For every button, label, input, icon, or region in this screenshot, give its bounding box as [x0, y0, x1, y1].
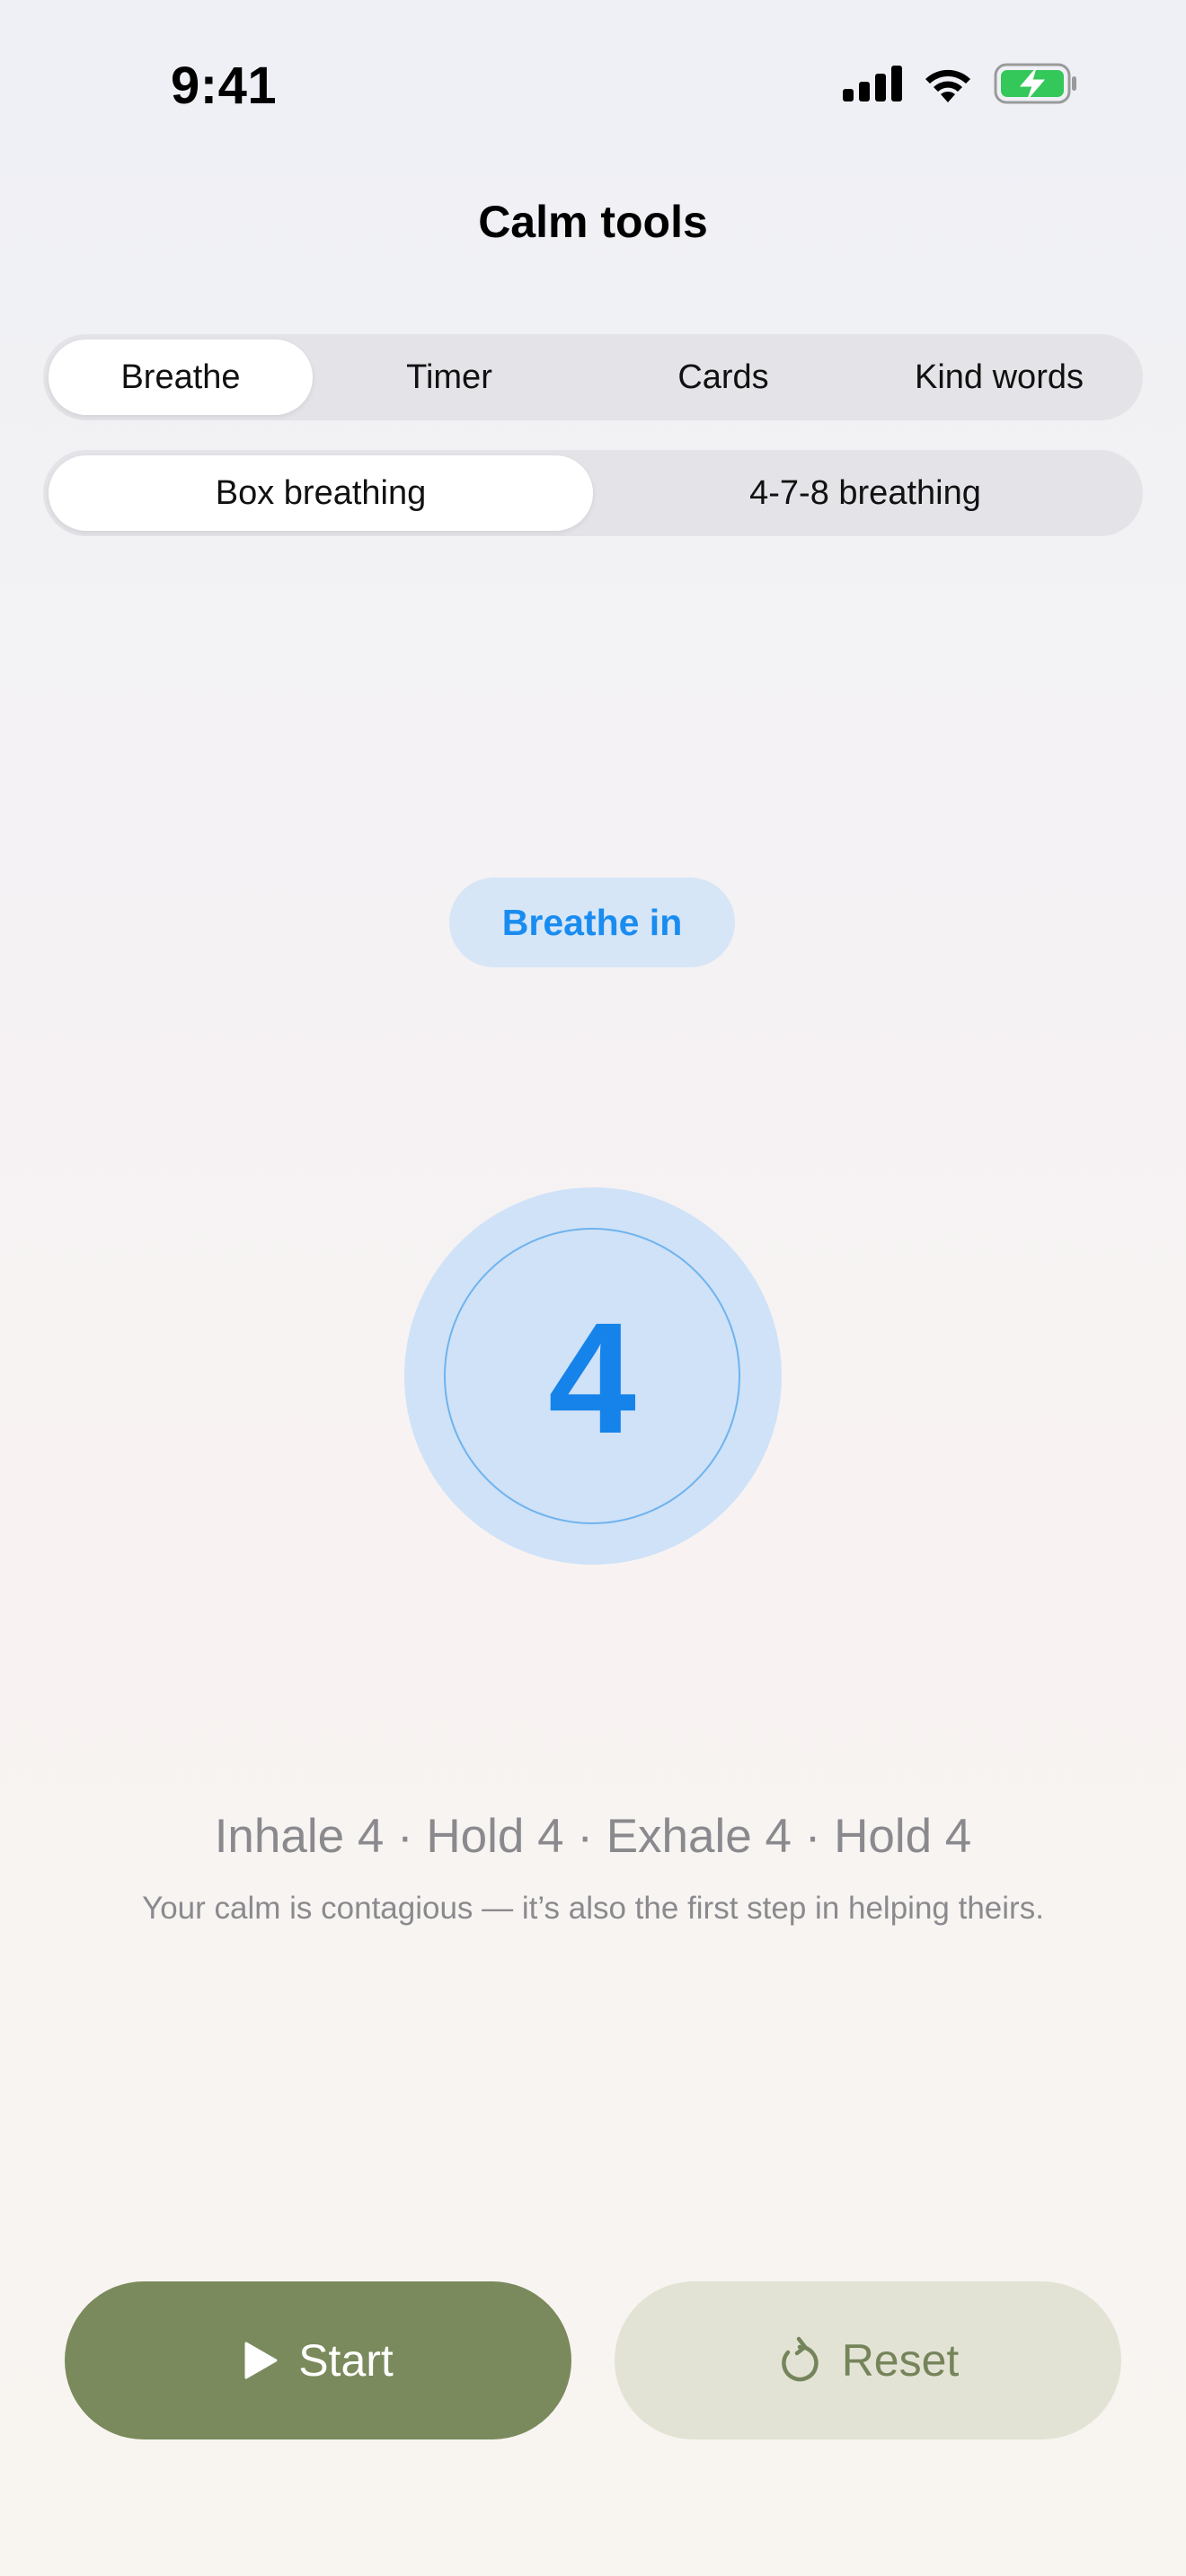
- tab-timer[interactable]: Timer: [313, 340, 586, 415]
- breathing-mode-selector: Box breathing 4-7-8 breathing: [43, 450, 1143, 536]
- wifi-icon: [922, 65, 974, 107]
- mode-478-breathing[interactable]: 4-7-8 breathing: [593, 455, 1137, 531]
- tab-breathe[interactable]: Breathe: [49, 340, 313, 415]
- reset-icon: [777, 2336, 822, 2385]
- page-title: Calm tools: [478, 197, 708, 247]
- phase-badge: Breathe in: [449, 878, 735, 967]
- breath-countdown: 4: [548, 1291, 636, 1467]
- tab-cards[interactable]: Cards: [586, 340, 861, 415]
- mode-box-breathing[interactable]: Box breathing: [49, 455, 593, 531]
- status-bar: 9:41: [0, 0, 1186, 171]
- cellular-signal-icon: [843, 66, 902, 106]
- battery-charging-icon: [994, 63, 1078, 109]
- encouragement-text: Your calm is contagious — it’s also the …: [142, 1891, 1044, 1926]
- reset-button-label: Reset: [841, 2335, 960, 2386]
- start-button[interactable]: Start: [65, 2281, 571, 2439]
- play-icon: [243, 2341, 279, 2380]
- status-time: 9:41: [171, 57, 278, 115]
- breath-circle: 4: [444, 1228, 740, 1524]
- start-button-label: Start: [298, 2335, 394, 2386]
- reset-button[interactable]: Reset: [615, 2281, 1121, 2439]
- tool-tabs: Breathe Timer Cards Kind words: [43, 334, 1143, 420]
- tab-kind-words[interactable]: Kind words: [861, 340, 1137, 415]
- breathing-pattern: Inhale 4 · Hold 4 · Exhale 4 · Hold 4: [214, 1810, 972, 1863]
- status-icons: [843, 63, 1078, 109]
